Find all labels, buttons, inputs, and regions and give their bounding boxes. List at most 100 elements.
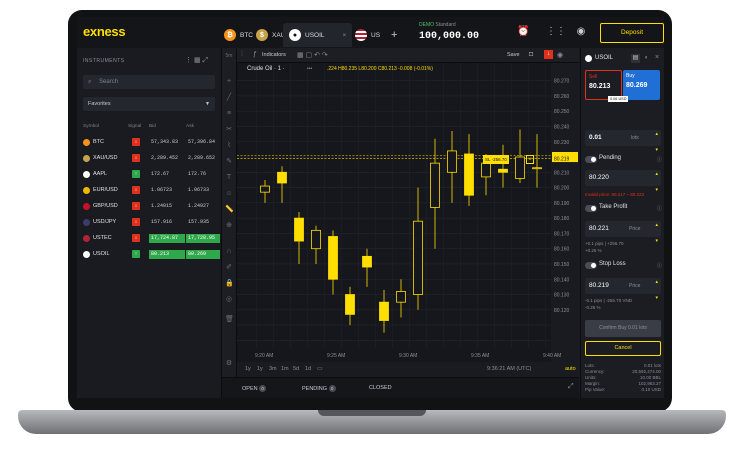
close-icon[interactable]: ×	[655, 54, 659, 61]
indicators-icon[interactable]: ƒ	[253, 51, 257, 58]
layout-icon[interactable]: ▦ ▢ ↶ ↷	[297, 51, 328, 59]
info-icon[interactable]: ⓘ	[657, 156, 662, 163]
risk-calc-icon[interactable]: ◐	[642, 54, 651, 63]
stepper-icon[interactable]: ▴ ▾	[655, 274, 658, 306]
candle-type-icon[interactable]: ⫶	[241, 51, 243, 59]
instrument-row[interactable]: USOIL ↑ 80.213 80.269	[77, 246, 221, 262]
sl-unit[interactable]: Price	[629, 278, 640, 294]
path-icon[interactable]: ⌇	[225, 142, 233, 150]
scissors-icon[interactable]: ✂	[225, 126, 233, 134]
instrument-row[interactable]: EUR/USD ↓ 1.06723 1.06733	[77, 182, 221, 198]
lock-icon[interactable]: 🔒	[225, 280, 234, 288]
tab-us[interactable]: US	[355, 23, 380, 47]
info-icon[interactable]: ⓘ	[657, 262, 662, 269]
tab-xau[interactable]: $ XAU	[256, 23, 285, 47]
eye-icon[interactable]: ◎	[225, 296, 233, 304]
bid-price[interactable]: 57,343.83	[149, 138, 185, 147]
timeframe-option[interactable]: 5d	[293, 366, 299, 372]
crosshair-icon[interactable]: +	[225, 78, 233, 86]
stepper-icon[interactable]: ▴ ▾	[655, 166, 658, 198]
emoji-icon[interactable]: ☺	[225, 190, 233, 198]
tab-btc[interactable]: ₿ BTC	[224, 23, 253, 47]
alarm-clock-icon[interactable]: ⏰	[517, 26, 529, 38]
expand-icon[interactable]: ⤢	[568, 383, 574, 391]
text-icon[interactable]: T	[225, 174, 233, 182]
bid-price[interactable]: 80.213	[149, 249, 185, 259]
tab-closed[interactable]: CLOSED	[369, 385, 392, 391]
bid-price[interactable]: 172.67	[149, 170, 185, 179]
calendar-icon[interactable]: ▭	[317, 365, 323, 372]
ask-price[interactable]: 17,728.95	[186, 233, 220, 243]
camera-icon[interactable]: ◘	[529, 51, 533, 58]
search-field[interactable]: ⌕ Search	[83, 75, 215, 89]
close-order-icon[interactable]: ×	[526, 155, 534, 164]
close-icon[interactable]: ×	[343, 32, 347, 39]
instrument-row[interactable]: XAU/USD ↓ 2,289.452 2,289.652	[77, 150, 221, 166]
alert-icon[interactable]: ↓	[544, 50, 553, 59]
ask-price[interactable]: 57,396.84	[186, 138, 220, 147]
instrument-row[interactable]: USD/JPY ↓ 157.916 157.935	[77, 214, 221, 230]
price-chart[interactable]: 80.27080.26080.25080.24080.23080.22180.2…	[237, 63, 579, 365]
timeframe-option[interactable]: 1m	[281, 366, 289, 372]
regular-form-icon[interactable]: ▤	[631, 54, 640, 63]
instrument-row[interactable]: BTC ↓ 57,343.83 57,396.84	[77, 134, 221, 150]
take-profit-toggle[interactable]	[585, 205, 597, 212]
buy-button[interactable]: Buy 80.269	[623, 70, 660, 100]
pending-price-input[interactable]: 80.220 ▴ ▾	[585, 170, 661, 193]
add-tab-icon[interactable]: +	[391, 23, 397, 47]
ask-price[interactable]: 157.935	[186, 218, 220, 227]
stepper-icon[interactable]: ▴ ▾	[655, 126, 658, 158]
info-icon[interactable]: ⓘ	[657, 205, 662, 212]
volume-input[interactable]: 0.01 lots ▴ ▾	[585, 130, 661, 153]
candlestick-chart[interactable]: 80.27080.26080.25080.24080.23080.22180.2…	[237, 63, 579, 365]
visibility-icon[interactable]: ◉	[557, 51, 563, 59]
stop-loss-toggle[interactable]	[585, 262, 597, 269]
auto-scale-toggle[interactable]: auto	[565, 366, 576, 372]
ask-price[interactable]: 1.06733	[186, 186, 220, 195]
cancel-button[interactable]: Cancel	[585, 341, 661, 356]
brush-icon[interactable]: ✎	[225, 158, 233, 166]
apps-grid-icon[interactable]: ⋮⋮	[546, 26, 566, 38]
ask-price[interactable]: 2,289.652	[186, 154, 220, 163]
bid-price[interactable]: 1.06723	[149, 186, 185, 195]
favorites-select[interactable]: Favorites ▼	[83, 97, 215, 111]
instrument-row[interactable]: GBP/USD ↓ 1.24915 1.24927	[77, 198, 221, 214]
stepper-icon[interactable]: ▴ ▾	[655, 217, 658, 249]
timeframe-option[interactable]: 3m	[269, 366, 277, 372]
timeframe-option[interactable]: 1y	[245, 366, 251, 372]
confirm-button[interactable]: Confirm Buy 0.01 lots	[585, 320, 661, 337]
settings-icon[interactable]: ⚙	[225, 360, 233, 368]
instrument-row[interactable]: USTEC ↓ 17,724.87 17,728.95	[77, 230, 221, 246]
deposit-button[interactable]: Deposit	[600, 23, 664, 43]
pencil-lock-icon[interactable]: ✐	[225, 264, 233, 272]
user-icon[interactable]: ◉	[575, 26, 587, 38]
ruler-icon[interactable]: 📏	[225, 206, 234, 214]
save-button[interactable]: Save	[507, 52, 520, 58]
tab-open[interactable]: OPEN 0	[242, 385, 267, 392]
trendline-icon[interactable]: ╱	[225, 94, 233, 102]
bid-price[interactable]: 1.24915	[149, 202, 185, 211]
timeframe-option[interactable]: 1d	[305, 366, 311, 372]
ask-price[interactable]: 1.24927	[186, 202, 220, 211]
magnet-icon[interactable]: ∩	[225, 248, 233, 256]
bid-price[interactable]: 157.916	[149, 218, 185, 227]
bid-price[interactable]: 17,724.87	[149, 233, 185, 243]
instrument-row[interactable]: AAPL ↑ 172.67 172.76	[77, 166, 221, 182]
bid-price[interactable]: 2,289.452	[149, 154, 185, 163]
zoom-icon[interactable]: ⊕	[225, 222, 233, 230]
tab-usoil[interactable]: ● USOIL ×	[283, 23, 353, 47]
ask-price[interactable]: 80.269	[186, 249, 220, 259]
stop-loss-input[interactable]: 80.219 Price ▴ ▾	[585, 278, 661, 301]
tab-pending[interactable]: PENDING 0	[302, 385, 336, 392]
indicators-button[interactable]: Indicators	[262, 52, 286, 58]
order-sl-tag[interactable]: SL -256.70	[483, 155, 509, 164]
pending-toggle[interactable]	[585, 156, 597, 163]
sidebar-options-icon[interactable]: ⋮ ▦ ⤢	[185, 56, 208, 65]
more-icon[interactable]: •••	[307, 66, 312, 72]
lines-icon[interactable]: ≡	[225, 110, 233, 118]
ask-price[interactable]: 172.76	[186, 170, 220, 179]
timeframe-option[interactable]: 1y	[257, 366, 263, 372]
tp-unit[interactable]: Price	[629, 221, 640, 237]
timeframe-icon[interactable]: 5m	[225, 52, 233, 60]
trash-icon[interactable]: 🗑	[225, 316, 234, 324]
